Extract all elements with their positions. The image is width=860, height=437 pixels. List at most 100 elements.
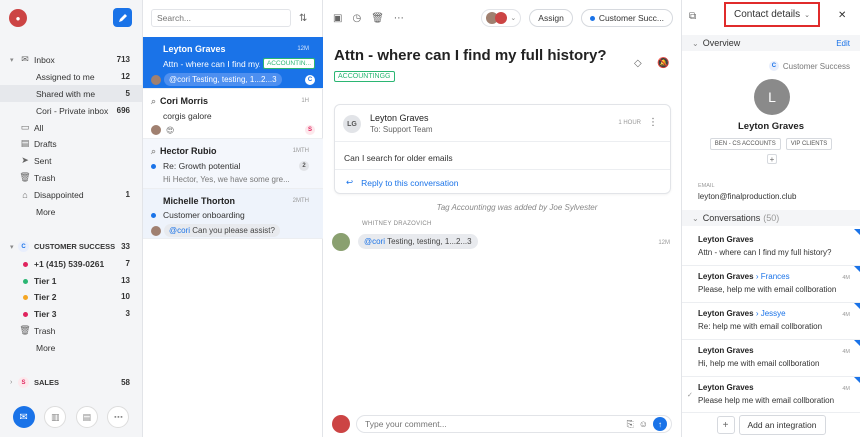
inbox-selector[interactable]: Customer Succ... xyxy=(580,9,673,27)
unread-dot xyxy=(151,163,156,169)
comment-input[interactable] xyxy=(365,419,627,429)
status-dot xyxy=(22,278,28,284)
status-dot xyxy=(22,294,28,300)
team-sales[interactable]: › S SALES 58 xyxy=(0,374,142,391)
close-icon[interactable]: ✕ xyxy=(838,10,846,21)
edit-link[interactable]: Edit xyxy=(836,39,850,48)
attachment-icon: ⌕ xyxy=(151,96,157,106)
nav-cs-more[interactable]: More xyxy=(0,339,142,356)
inbox-icon: ✉ xyxy=(21,54,29,64)
avatar xyxy=(151,74,161,85)
reply-icon: ↩ xyxy=(346,177,354,187)
nav-inbox[interactable]: ▾ ✉ Inbox 713 xyxy=(0,51,142,68)
draft-icon: ▤ xyxy=(20,138,30,148)
tag-badge: ACCOUNTIN... xyxy=(262,58,315,69)
overview-header[interactable]: ⌄ Overview Edit xyxy=(682,35,860,51)
nav-tier3[interactable]: Tier 33 xyxy=(0,305,142,322)
assignee-badge: C xyxy=(305,74,315,85)
chevron-down-icon[interactable]: ▾ xyxy=(10,56,18,64)
bell-off-icon[interactable]: 🔕 xyxy=(657,58,669,69)
nav-assigned[interactable]: Assigned to me 12 xyxy=(0,68,142,85)
team-badge: C xyxy=(18,241,29,252)
emoji-reaction: 😍 xyxy=(166,125,175,135)
nav-trash[interactable]: 🗑 Trash xyxy=(0,169,142,186)
conversation-item[interactable]: ✓ Leyton Graves 4M Please help me with emai… xyxy=(682,377,860,414)
team-badge: C xyxy=(768,61,779,71)
unread-dot xyxy=(151,212,156,218)
sort-icon[interactable]: ⇅ xyxy=(299,13,307,24)
send-button[interactable]: ↑ xyxy=(653,417,667,431)
status-dot xyxy=(589,15,595,21)
contact-email[interactable]: leyton@finalproduction.club xyxy=(698,192,796,201)
archive-icon[interactable]: ▣ xyxy=(333,13,342,24)
team-badge: S xyxy=(18,377,29,388)
contact-tag[interactable]: VIP CLIENTS xyxy=(785,138,833,150)
avatar xyxy=(332,233,350,251)
chevron-down-icon[interactable]: ▾ xyxy=(10,243,18,251)
more-icon[interactable]: ⋯ xyxy=(107,406,130,428)
chevron-right-icon[interactable]: › xyxy=(10,379,18,386)
nav-cs-trash[interactable]: 🗑 Trash xyxy=(0,322,142,339)
nav-shared[interactable]: Shared with me 5 xyxy=(0,85,142,102)
tag-badge[interactable]: ACCOUNTINGG xyxy=(334,71,395,82)
nav-tier2[interactable]: Tier 2 10 xyxy=(0,288,142,305)
list-item[interactable]: ⌕ Hector Rubio 1MTH Re: Growth potential 2… xyxy=(143,139,323,189)
archive-icon: ▭ xyxy=(20,122,30,132)
expand-icon[interactable]: ⧉ xyxy=(689,11,696,22)
nav-drafts[interactable]: ▤ Drafts xyxy=(0,135,142,152)
list-item[interactable]: Michelle Thorton 2MTH Customer onboardin… xyxy=(143,189,323,239)
more-icon[interactable]: ⋮ xyxy=(648,117,658,128)
avatar xyxy=(151,225,161,236)
inbox-tab-icon[interactable]: ✉ xyxy=(12,406,35,428)
plus-icon[interactable]: + xyxy=(716,416,735,434)
nav-more[interactable]: More xyxy=(0,203,142,220)
nav-sent[interactable]: ➤ Sent xyxy=(0,152,142,169)
nav-disappointed[interactable]: ⌂ Disappointed 1 xyxy=(0,186,142,203)
conversations-header[interactable]: ⌄ Conversations (50) xyxy=(682,210,860,226)
search-input[interactable] xyxy=(151,9,291,27)
list-item[interactable]: Leyton Graves 12M Attn - where can I fin… xyxy=(143,37,323,89)
contact-details-dropdown[interactable]: Contact details ⌄ xyxy=(724,2,820,27)
reply-link[interactable]: ↩ Reply to this conversation xyxy=(346,177,458,188)
list-item[interactable]: ⌕ Cori Morris 1H corgis galore 😍 S xyxy=(143,89,323,139)
nav-all[interactable]: ▭ All xyxy=(0,119,142,136)
reports-icon[interactable]: ▥ xyxy=(44,406,67,428)
attachment-icon[interactable]: ⎘ xyxy=(627,419,634,430)
message-body: Can I search for older emails xyxy=(344,153,453,163)
clock-icon[interactable]: ◷ xyxy=(352,13,361,24)
contact-tags: BEN - CS ACCOUNTS VIP CLIENTS xyxy=(682,138,860,150)
tag-icon[interactable]: ◇ xyxy=(634,58,642,69)
page-title: Attn - where can I find my full history? xyxy=(334,47,607,64)
user-avatar[interactable]: ● xyxy=(9,9,27,27)
nav-private-inbox[interactable]: Cori - Private inbox 696 xyxy=(0,102,142,119)
contacts-icon[interactable]: ▤ xyxy=(75,406,98,428)
trash-icon[interactable]: 🗑 xyxy=(371,13,384,24)
team-customer-success[interactable]: ▾ C CUSTOMER SUCCESS 33 xyxy=(0,238,142,255)
participants[interactable]: ⌄ xyxy=(481,9,522,27)
message-card: LG Leyton Graves To: Support Team 1 HOUR… xyxy=(334,104,671,194)
conversation-item[interactable]: Leyton Graves 4M Hi, help me with email co… xyxy=(682,340,860,377)
nav-phone[interactable]: +1 (415) 539-0261 7 xyxy=(0,255,142,272)
more-icon[interactable]: ⋯ xyxy=(394,13,404,24)
search-bar: ⇅ xyxy=(151,9,315,27)
add-tag-button[interactable]: + xyxy=(767,154,777,164)
compose-button[interactable] xyxy=(113,8,132,27)
conversation-item[interactable]: Leyton Graves Attn - where can I find my … xyxy=(682,229,860,266)
nav-tier1[interactable]: Tier 1 13 xyxy=(0,272,142,289)
add-integration-button[interactable]: Add an integration xyxy=(738,415,826,435)
chevron-down-icon: ⌄ xyxy=(692,38,699,48)
trash-icon: 🗑 xyxy=(19,172,31,182)
message-count: 2 xyxy=(299,161,309,171)
contact-tag[interactable]: BEN - CS ACCOUNTS xyxy=(709,138,781,150)
conversation-item[interactable]: Leyton Graves › Frances 4M Please, help me… xyxy=(682,266,860,303)
conversation-item[interactable]: Leyton Graves › Jessye 4M Re: help me with… xyxy=(682,303,860,340)
chevron-down-icon: ⌄ xyxy=(804,11,811,19)
assignee-badge: S xyxy=(305,125,315,135)
assign-button[interactable]: Assign xyxy=(529,9,573,27)
conversation-toolbar: ▣ ◷ 🗑 ⋯ ⌄ Assign Customer Succ... xyxy=(323,7,681,29)
avatar xyxy=(495,12,508,24)
check-icon: ✓ xyxy=(687,392,693,399)
pencil-icon xyxy=(118,13,127,22)
emoji-icon[interactable]: ☺ xyxy=(639,419,648,429)
attachment-icon: ⌕ xyxy=(151,146,157,156)
